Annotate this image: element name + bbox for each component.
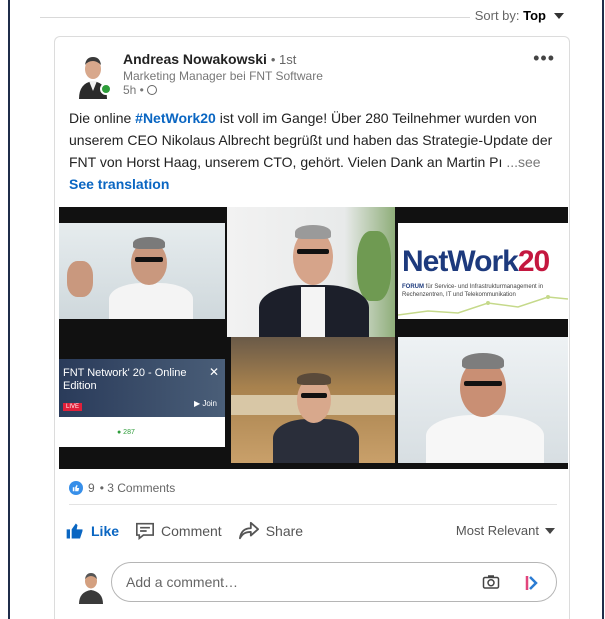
person-torso [273,419,359,463]
more-icon[interactable]: ••• [533,49,555,67]
gif-icon[interactable] [524,574,538,592]
comment-count: • 3 Comments [99,481,176,495]
video-tile-1 [59,223,225,319]
window-frame: Sort by: Top Andreas Nowakowski • 1st Ma… [8,0,604,619]
person-hair [133,237,165,249]
person-glasses [464,381,502,386]
video-tile-2 [227,207,395,337]
post-actions: Like Comment Share [65,516,303,546]
online-status-icon [100,83,112,95]
hashtag-link[interactable]: #NetWork20 [135,110,216,126]
see-translation-link[interactable]: See translation [69,176,169,192]
share-button[interactable]: Share [238,521,303,541]
slide-title-number: 20 [517,245,550,278]
author-name-link[interactable]: Andreas Nowakowski • 1st [123,51,296,67]
author-headline: Marketing Manager bei FNT Software [123,69,323,83]
post-media-grid[interactable]: NetWork20 FORUM für Service- und Infrast… [59,207,568,469]
sort-prefix: Sort by: [474,8,520,23]
post-meta: 5h • [123,83,157,97]
post-time: 5h • [123,83,144,97]
post-card: Andreas Nowakowski • 1st Marketing Manag… [54,36,570,619]
stream-title: FNT Network' 20 - Online Edition [63,367,187,392]
comment-box [111,562,557,602]
slide-subtitle-bold: FORUM [402,284,424,290]
person-shirt [301,287,325,337]
camera-icon[interactable] [482,574,500,590]
plant [357,231,391,301]
chevron-down-icon [545,527,555,534]
viewer-count: ● 287 [117,429,135,436]
globe-icon [146,85,157,95]
like-reaction-icon [69,481,83,495]
slide-title-main: NetWork [402,245,519,278]
divider-line [69,504,557,505]
author-name: Andreas Nowakowski [123,51,267,67]
person-hair [462,353,504,369]
slide-decoration [398,295,568,316]
person-hair [297,373,331,385]
user-avatar [73,568,109,604]
like-label: Like [91,523,120,539]
reaction-count: 9 [88,481,95,495]
person-hand [67,261,93,297]
video-tile-3: NetWork20 FORUM für Service- und Infrast… [398,223,568,319]
live-badge: LIVE [63,403,83,411]
comment-sort-label: Most Relevant [455,523,539,538]
person-torso [109,283,193,319]
person-glasses [301,393,327,398]
post-text: Die online #NetWork20 ist voll im Gange!… [69,107,557,173]
join-button: ▶ Join [193,399,217,408]
chevron-down-icon[interactable] [554,13,564,19]
video-tile-5 [231,337,395,463]
person-hair [295,225,331,239]
video-tile-6 [398,337,568,463]
video-tile-4: FNT Network' 20 - Online Edition ✕ LIVE … [59,337,225,469]
comment-button[interactable]: Comment [135,522,222,540]
comment-label: Comment [161,523,222,539]
comment-sort-dropdown[interactable]: Most Relevant [456,523,555,538]
share-label: Share [265,523,304,539]
divider-line [40,17,470,18]
feed-sort-row: Sort by: Top [40,6,570,36]
person-glasses [135,257,163,262]
person-torso [426,415,544,463]
share-icon [238,521,259,540]
social-counts[interactable]: 9 • 3 Comments [69,481,175,495]
comment-icon [136,522,155,540]
like-button[interactable]: Like [65,521,119,541]
connection-degree: • 1st [270,52,297,67]
post-text-before: Die online [69,110,136,126]
stream-footer [59,417,225,447]
slide-title: NetWork20 [402,245,550,279]
sort-dropdown[interactable]: Sort by: Top [475,8,546,23]
person-glasses [297,249,329,254]
sort-value: Top [523,8,546,23]
close-icon: ✕ [208,365,219,379]
thumbs-up-icon [66,523,83,539]
comment-input[interactable] [126,574,466,590]
